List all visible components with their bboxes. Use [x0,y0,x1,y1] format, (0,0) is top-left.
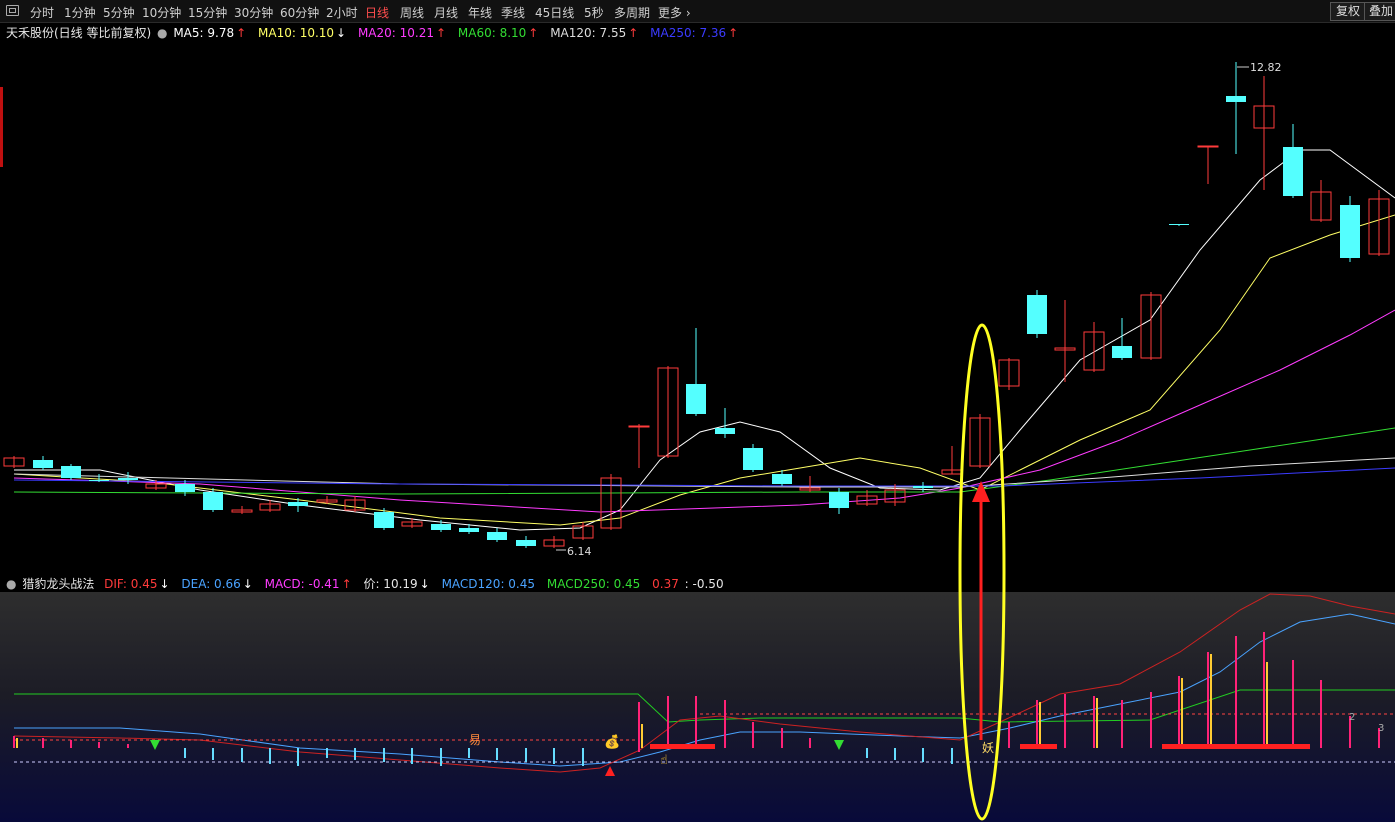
ma10-arrow: ↓ [336,26,347,40]
high-price-label: 12.82 [1250,61,1282,74]
candle-body [743,448,763,470]
candle-body [1169,224,1189,225]
candle-body [1226,96,1246,102]
stock-title[interactable]: 天禾股份(日线 等比前复权) [6,26,151,40]
tab-more[interactable]: 更多 › [658,4,691,21]
candle-body [487,532,507,540]
ma120-arrow: ↑ [628,26,639,40]
restore-button[interactable]: 复权 [1330,2,1367,21]
candle [1340,196,1360,262]
ma10-value: MA10: 10.10 [258,26,335,40]
ma-legend: 天禾股份(日线 等比前复权) ● MA5: 9.78 ↑ MA10: 10.10 ↓… [6,24,740,40]
tab-10min[interactable]: 10分钟 [142,4,181,21]
candle-body [175,484,195,492]
candle-body [686,384,706,414]
candle-body [1340,205,1360,258]
candle [1027,290,1047,338]
indicator-toggle-icon[interactable]: ● [6,577,16,591]
candle-body [1112,346,1132,358]
tab-yearly[interactable]: 年线 [468,4,492,21]
candle-body [715,428,735,434]
marker-yao: 妖 [982,741,994,755]
ma250-arrow: ↑ [728,26,739,40]
ma250-value: MA250: 7.36 [650,26,727,40]
chevron-right-icon: › [682,6,691,20]
ma120-value: MA120: 7.55 [550,26,627,40]
candle-body [1197,145,1219,148]
candle-body [89,480,109,481]
candle [743,444,763,472]
ma60-value: MA60: 8.10 [457,26,527,40]
candle [61,464,81,480]
scroll-indicator[interactable] [0,87,3,167]
candle-body [628,425,650,428]
window-icon[interactable] [6,5,19,16]
marker-yi: 易 [469,733,481,747]
tab-15min[interactable]: 15分钟 [188,4,227,21]
candle-body [516,540,536,546]
candle-body [829,492,849,508]
tab-5sec[interactable]: 5秒 [584,4,604,21]
candle-body [431,524,451,530]
tab-2hour[interactable]: 2小时 [326,4,358,21]
tab-30min[interactable]: 30分钟 [234,4,273,21]
candle-body [61,466,81,478]
indicator-value-1: 0.37 [652,577,679,591]
macd250-value: MACD250: 0.45 [546,577,641,591]
signal-strip [1020,744,1057,749]
indicator-header: ● 猎豹龙头战法 DIF: 0.45 ↓ DEA: 0.66 ↓ MACD: -0.… [6,575,726,591]
tab-monthly[interactable]: 月线 [434,4,458,21]
candle-body [288,502,308,506]
dea-arrow: ↓ [242,577,253,591]
period-toolbar: 分时 1分钟 5分钟 10分钟 15分钟 30分钟 60分钟 2小时 日线 周线… [0,0,1395,23]
money-bag-icon: 💰 [604,734,620,750]
indicator-value-2: : -0.50 [684,577,724,591]
candle-body [374,512,394,528]
candle-body [118,478,138,480]
ma20-value: MA20: 10.21 [357,26,434,40]
macd120-value: MACD120: 0.45 [441,577,536,591]
settings-toggle-icon[interactable]: ● [157,26,167,40]
price-chart[interactable]: 12.82 6.14 [0,42,1395,572]
tab-multi-period[interactable]: 多周期 [614,4,650,21]
tab-45day[interactable]: 45日线 [535,4,574,21]
ma60-arrow: ↑ [528,26,539,40]
tab-5min[interactable]: 5分钟 [103,4,135,21]
indicator-name[interactable]: 猎豹龙头战法 [22,577,94,591]
ma20-arrow: ↑ [435,26,447,40]
macd-value: MACD: -0.41 [264,577,340,591]
price-arrow: ↓ [419,577,430,591]
hand-pointer-icon: ☝ [660,753,668,768]
marker-3: 3 [1378,723,1384,734]
tab-daily[interactable]: 日线 [365,4,389,21]
candle-body [1283,147,1303,196]
dea-value: DEA: 0.66 [181,577,241,591]
overlay-button[interactable]: 叠加 [1364,2,1395,21]
macd-arrow: ↑ [341,577,352,591]
signal-strip [1162,744,1310,749]
indicator-chart[interactable]: 易 妖 2 3 💰 ☝ [0,592,1395,822]
dif-value: DIF: 0.45 [104,577,158,591]
price-value: 价: 10.19 [363,577,418,591]
marker-2: 2 [1349,712,1355,723]
tab-fenshi[interactable]: 分时 [30,4,54,21]
dif-arrow: ↓ [159,577,170,591]
tab-quarterly[interactable]: 季线 [501,4,525,21]
signal-strip [650,744,715,749]
candle-body [33,460,53,468]
candle-body [203,492,223,510]
tab-60min[interactable]: 60分钟 [280,4,319,21]
ma5-arrow: ↑ [236,26,247,40]
candle-body [459,528,479,532]
candle-body [1027,295,1047,334]
candle-body [772,474,792,484]
tab-more-label: 更多 [658,6,683,20]
tab-1min[interactable]: 1分钟 [64,4,96,21]
low-price-label: 6.14 [567,545,592,558]
tab-weekly[interactable]: 周线 [400,4,424,21]
ma5-value: MA5: 9.78 [173,26,235,40]
candle-body [913,486,933,488]
